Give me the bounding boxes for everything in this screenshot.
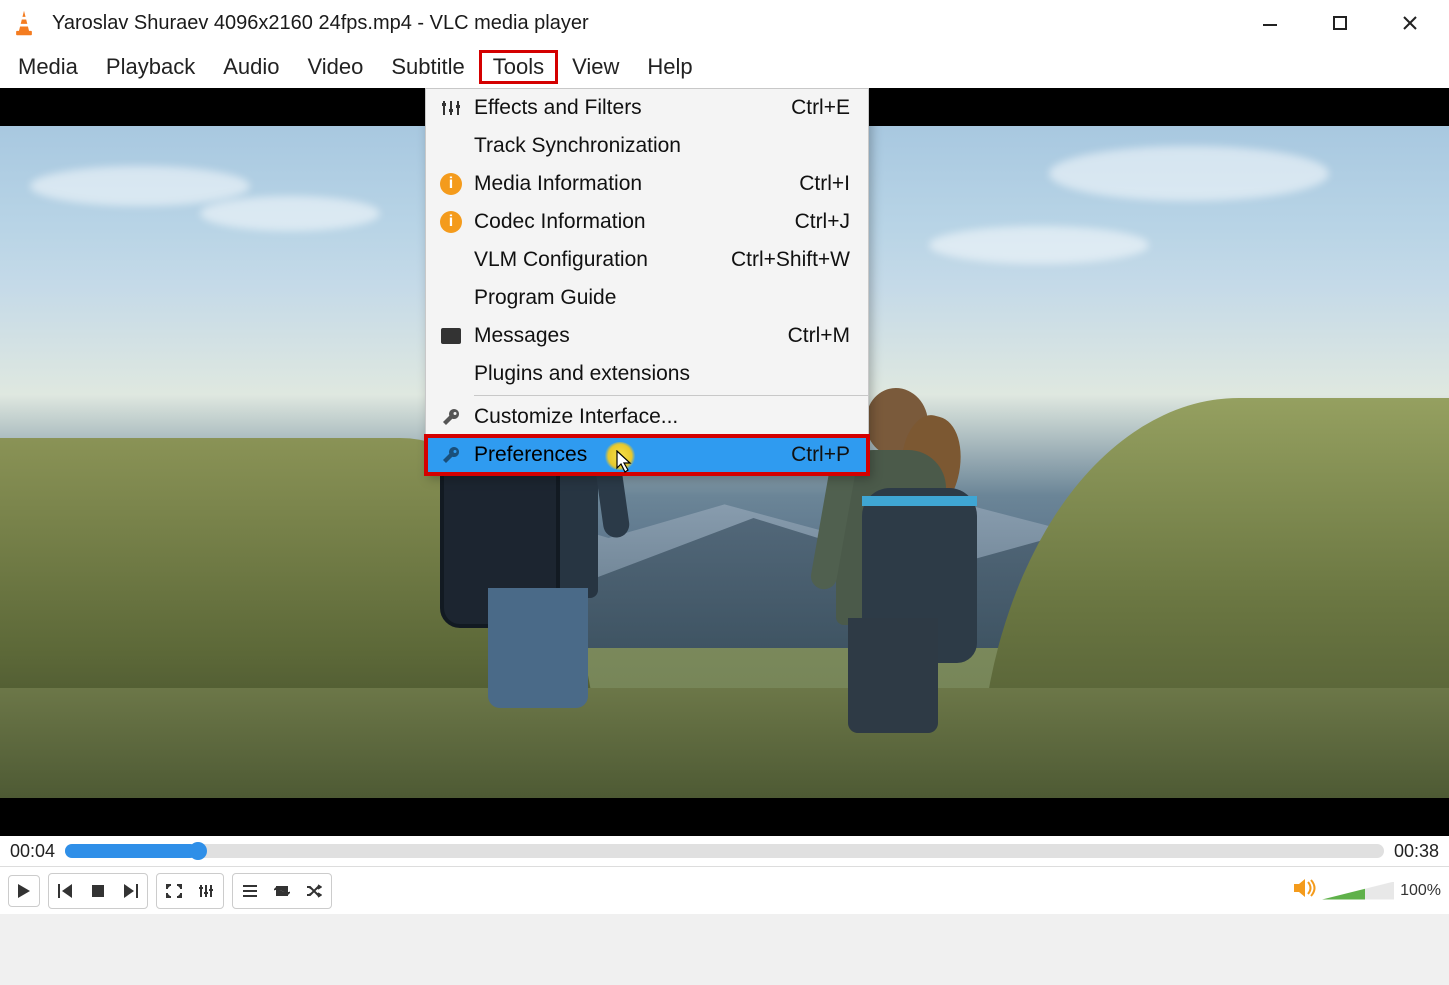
stop-button[interactable]: [83, 876, 113, 906]
seek-fill: [65, 844, 197, 858]
volume-label: 100%: [1400, 882, 1441, 900]
menu-item-codec-info[interactable]: i Codec Information Ctrl+J: [426, 203, 868, 241]
menu-video[interactable]: Video: [293, 50, 377, 84]
menu-item-plugins[interactable]: Plugins and extensions: [426, 355, 868, 393]
vlc-cone-icon: [10, 9, 38, 37]
playlist-group: [232, 873, 332, 909]
seek-handle[interactable]: [189, 842, 207, 860]
menu-item-label: Effects and Filters: [470, 96, 791, 120]
sliders-icon: [432, 99, 470, 117]
menu-item-label: Messages: [470, 324, 788, 348]
speaker-icon[interactable]: [1294, 879, 1316, 902]
extended-settings-button[interactable]: [191, 876, 221, 906]
menu-item-label: Plugins and extensions: [470, 362, 850, 386]
menu-item-messages[interactable]: Messages Ctrl+M: [426, 317, 868, 355]
loop-button[interactable]: [267, 876, 297, 906]
window-titlebar: Yaroslav Shuraev 4096x2160 24fps.mp4 - V…: [0, 0, 1449, 46]
minimize-button[interactable]: [1259, 12, 1281, 34]
menu-item-effects-filters[interactable]: Effects and Filters Ctrl+E: [426, 89, 868, 127]
next-button[interactable]: [115, 876, 145, 906]
view-group: [156, 873, 224, 909]
fullscreen-button[interactable]: [159, 876, 189, 906]
menu-item-customize-interface[interactable]: Customize Interface...: [426, 398, 868, 436]
seek-slider[interactable]: [65, 844, 1384, 858]
menu-item-label: Program Guide: [470, 286, 850, 310]
menu-tools[interactable]: Tools: [479, 50, 558, 84]
menu-help[interactable]: Help: [633, 50, 706, 84]
menu-item-vlm-config[interactable]: VLM Configuration Ctrl+Shift+W: [426, 241, 868, 279]
menu-view[interactable]: View: [558, 50, 633, 84]
time-elapsed: 00:04: [10, 841, 55, 862]
window-controls: [1259, 12, 1439, 34]
video-viewport[interactable]: Effects and Filters Ctrl+E Track Synchro…: [0, 88, 1449, 836]
wrench-icon: [432, 407, 470, 427]
info-icon: i: [432, 173, 470, 195]
menu-playback[interactable]: Playback: [92, 50, 209, 84]
volume-control: 100%: [1294, 879, 1441, 902]
playlist-button[interactable]: [235, 876, 265, 906]
info-icon: i: [432, 211, 470, 233]
menu-media[interactable]: Media: [4, 50, 92, 84]
menu-item-media-info[interactable]: i Media Information Ctrl+I: [426, 165, 868, 203]
menu-item-label: Media Information: [470, 172, 799, 196]
menu-item-shortcut: Ctrl+E: [791, 96, 850, 120]
wrench-icon: [432, 445, 470, 465]
menu-audio[interactable]: Audio: [209, 50, 293, 84]
menu-item-shortcut: Ctrl+P: [791, 443, 850, 467]
menu-item-shortcut: Ctrl+J: [795, 210, 850, 234]
shuffle-button[interactable]: [299, 876, 329, 906]
menu-separator: [474, 395, 868, 396]
cursor-icon: [616, 450, 634, 474]
close-button[interactable]: [1399, 12, 1421, 34]
window-title: Yaroslav Shuraev 4096x2160 24fps.mp4 - V…: [48, 12, 1249, 35]
previous-button[interactable]: [51, 876, 81, 906]
time-total: 00:38: [1394, 841, 1439, 862]
menu-item-label: VLM Configuration: [470, 248, 731, 272]
maximize-button[interactable]: [1329, 12, 1351, 34]
volume-slider[interactable]: [1322, 882, 1394, 900]
menu-item-label: Customize Interface...: [470, 405, 850, 429]
play-button[interactable]: [8, 875, 40, 907]
messages-icon: [432, 328, 470, 344]
menu-item-preferences[interactable]: Preferences Ctrl+P: [426, 436, 868, 474]
seek-bar-row: 00:04 00:38: [0, 836, 1449, 866]
menu-bar: Media Playback Audio Video Subtitle Tool…: [0, 46, 1449, 88]
player-controls: 100%: [0, 866, 1449, 914]
menu-item-label: Codec Information: [470, 210, 795, 234]
menu-item-shortcut: Ctrl+Shift+W: [731, 248, 850, 272]
tools-dropdown: Effects and Filters Ctrl+E Track Synchro…: [425, 88, 869, 475]
menu-subtitle[interactable]: Subtitle: [377, 50, 478, 84]
menu-item-label: Track Synchronization: [470, 134, 850, 158]
skip-group: [48, 873, 148, 909]
menu-item-program-guide[interactable]: Program Guide: [426, 279, 868, 317]
menu-item-shortcut: Ctrl+I: [799, 172, 850, 196]
menu-item-track-sync[interactable]: Track Synchronization: [426, 127, 868, 165]
menu-item-shortcut: Ctrl+M: [788, 324, 850, 348]
